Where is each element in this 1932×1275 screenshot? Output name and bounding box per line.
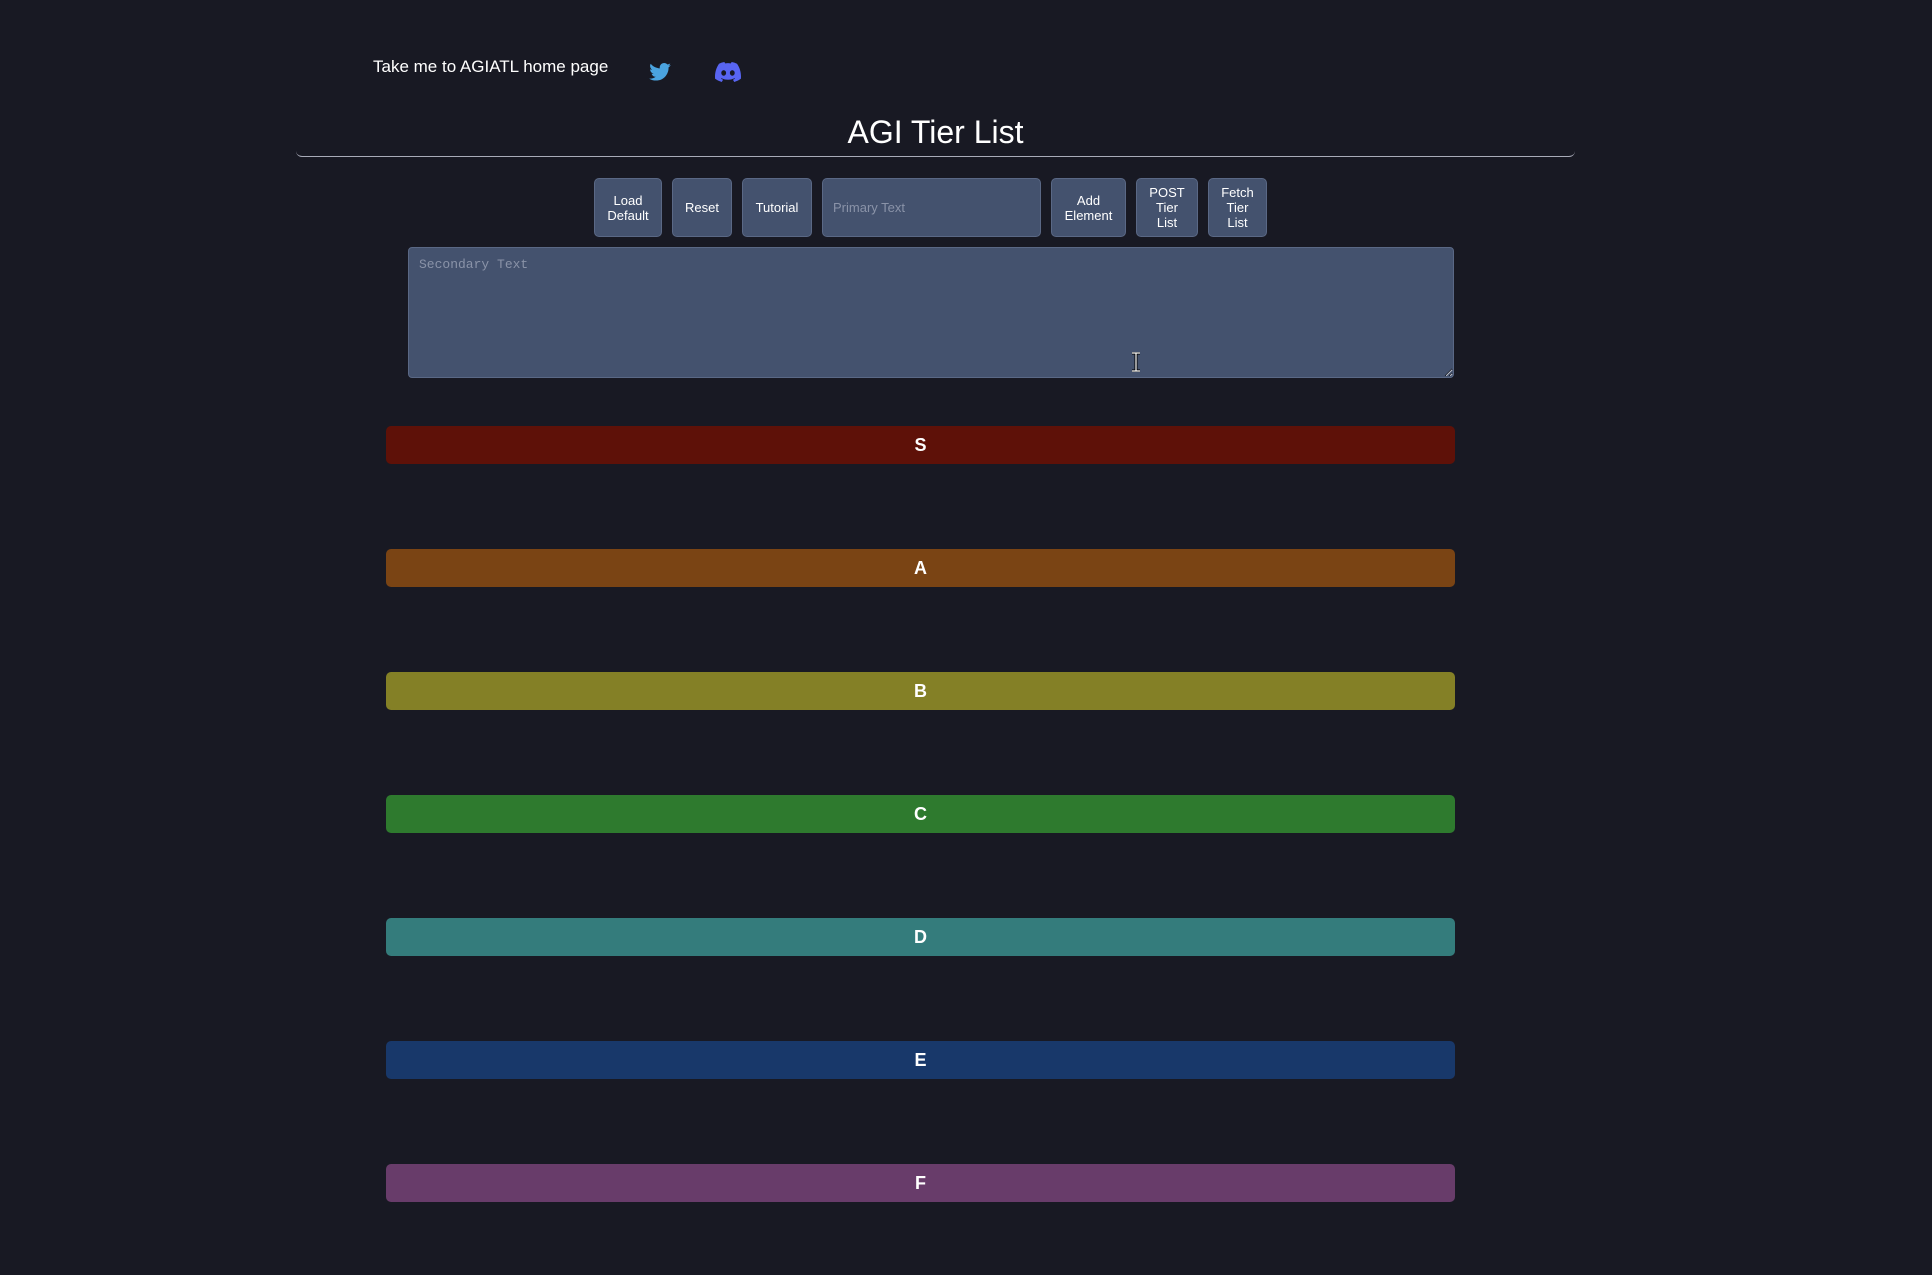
post-tier-list-button[interactable]: POST Tier List xyxy=(1136,178,1198,237)
reset-button[interactable]: Reset xyxy=(672,178,732,237)
tier-row-a[interactable]: A xyxy=(386,549,1455,587)
page: Take me to AGIATL home page AGI Tier Lis… xyxy=(0,0,1932,1275)
add-element-button[interactable]: Add Element xyxy=(1051,178,1126,237)
secondary-text-input[interactable] xyxy=(408,247,1454,378)
primary-text-input[interactable] xyxy=(822,178,1041,237)
load-default-button[interactable]: Load Default xyxy=(594,178,662,237)
fetch-tier-list-button[interactable]: Fetch Tier List xyxy=(1208,178,1267,237)
home-page-link[interactable]: Take me to AGIATL home page xyxy=(373,57,608,77)
tier-label: C xyxy=(914,803,927,824)
text-cursor-icon xyxy=(1129,351,1143,373)
twitter-icon[interactable] xyxy=(646,58,674,86)
tutorial-button[interactable]: Tutorial xyxy=(742,178,812,237)
page-title: AGI Tier List xyxy=(847,114,1024,150)
tier-row-f[interactable]: F xyxy=(386,1164,1455,1202)
tier-label: D xyxy=(914,926,927,947)
tier-label: F xyxy=(915,1172,926,1193)
tier-label: A xyxy=(914,557,927,578)
discord-icon[interactable] xyxy=(714,58,742,86)
tier-row-c[interactable]: C xyxy=(386,795,1455,833)
tier-label: E xyxy=(914,1049,927,1070)
tier-label: B xyxy=(914,680,927,701)
tier-row-e[interactable]: E xyxy=(386,1041,1455,1079)
tier-row-b[interactable]: B xyxy=(386,672,1455,710)
page-header: AGI Tier List xyxy=(296,108,1575,157)
tier-row-s[interactable]: S xyxy=(386,426,1455,464)
tier-row-d[interactable]: D xyxy=(386,918,1455,956)
tier-label: S xyxy=(914,434,927,455)
toolbar: Load Default Reset Tutorial Add Element … xyxy=(594,178,1267,237)
